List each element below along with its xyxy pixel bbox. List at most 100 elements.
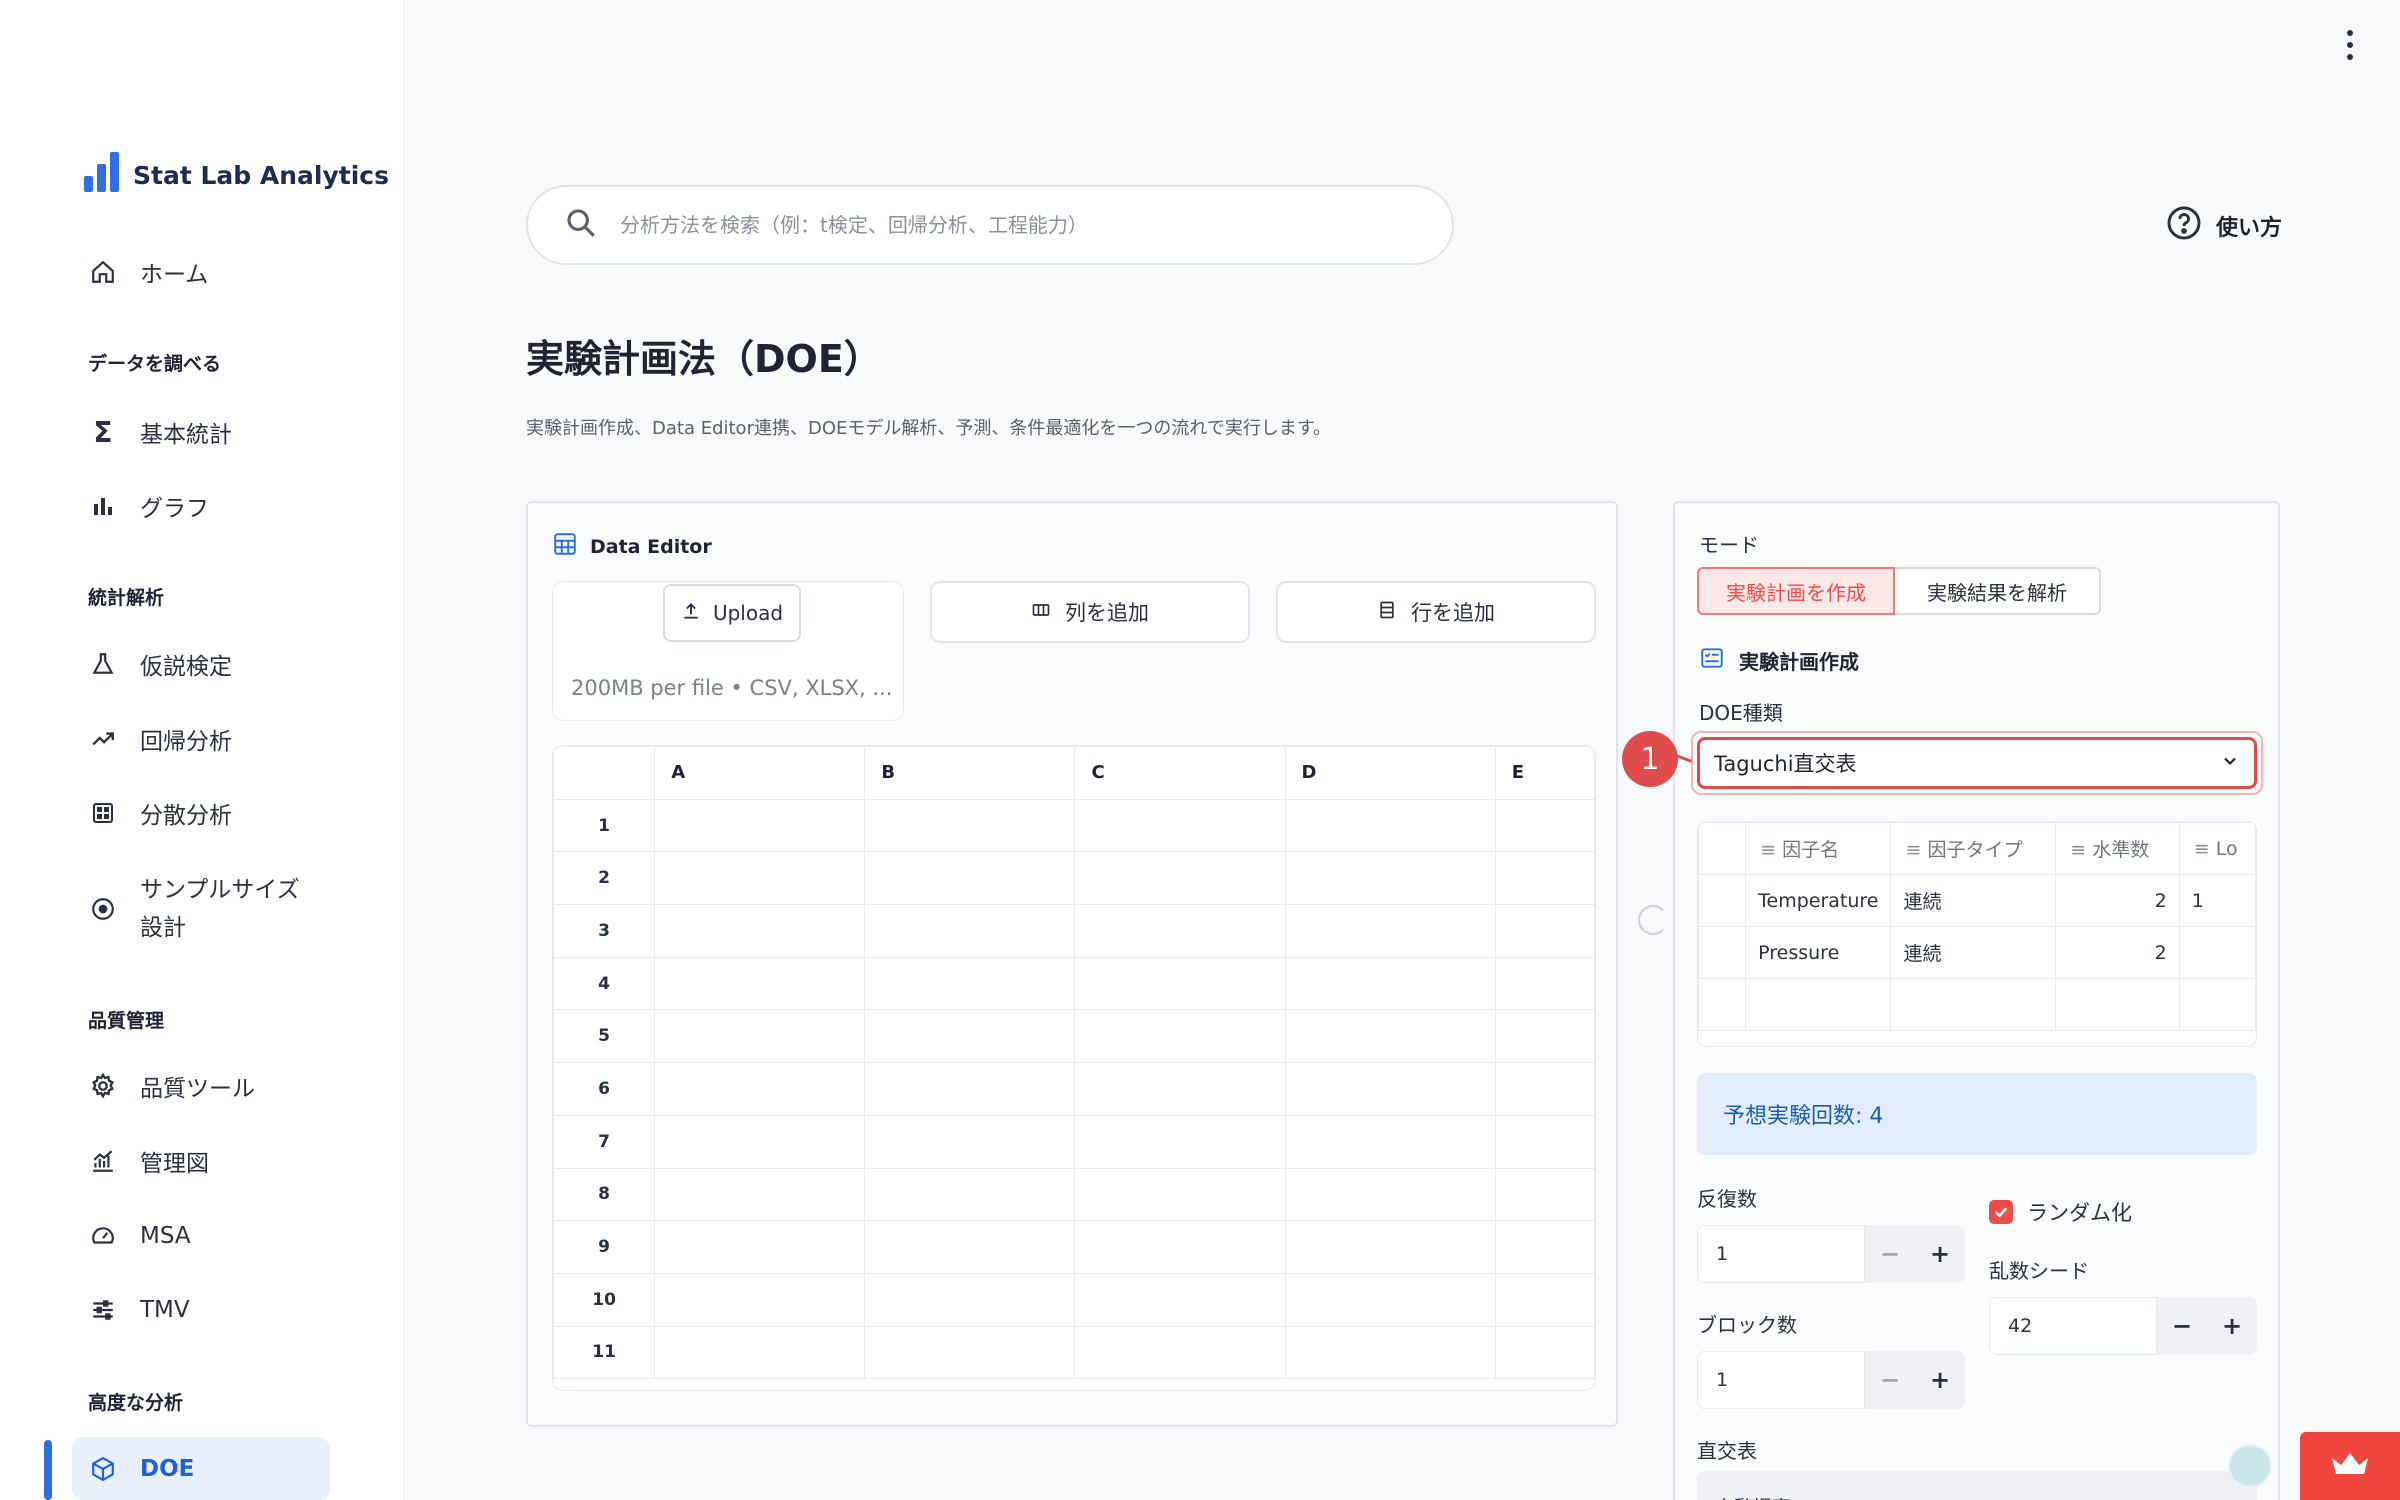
table-cell[interactable] <box>654 956 866 1011</box>
table-cell[interactable] <box>1284 1009 1496 1064</box>
search-input[interactable] <box>620 213 1420 237</box>
table-cell[interactable] <box>2178 978 2256 1031</box>
table-cell[interactable] <box>1494 1114 1595 1169</box>
table-cell[interactable] <box>654 1272 866 1327</box>
factor-low-cell[interactable] <box>2178 926 2256 979</box>
table-cell[interactable] <box>864 798 1076 853</box>
mode-create-button[interactable]: 実験計画を作成 <box>1697 567 1895 615</box>
table-cell[interactable] <box>654 851 866 906</box>
table-cell[interactable] <box>1494 1167 1595 1222</box>
sidebar-item-home[interactable]: ホーム <box>72 240 330 304</box>
factor-name-cell[interactable]: Pressure <box>1745 926 1892 979</box>
column-header[interactable]: A <box>654 746 866 800</box>
sidebar-item-graph[interactable]: グラフ <box>72 474 330 538</box>
blocks-input[interactable]: 1 <box>1697 1351 1865 1409</box>
table-cell[interactable] <box>1074 1062 1286 1116</box>
column-header[interactable]: D <box>1284 746 1496 800</box>
table-cell[interactable] <box>864 1272 1076 1327</box>
table-cell[interactable] <box>2055 978 2180 1031</box>
column-header[interactable]: ≡ Lo <box>2178 822 2256 875</box>
add-column-button[interactable]: 列を追加 <box>930 581 1250 643</box>
increment-button[interactable]: + <box>1915 1240 1965 1268</box>
randomize-checkbox[interactable]: ランダム化 <box>1989 1197 2132 1227</box>
table-cell[interactable] <box>864 1062 1076 1116</box>
table-cell[interactable] <box>1494 851 1595 906</box>
table-cell[interactable] <box>864 1325 1076 1380</box>
seed-stepper[interactable]: 42 − + <box>1989 1297 2257 1355</box>
column-header[interactable]: ≡ 因子タイプ <box>1890 822 2057 875</box>
table-cell[interactable] <box>654 798 866 853</box>
table-cell[interactable] <box>1494 1009 1595 1064</box>
table-cell[interactable] <box>1074 851 1286 906</box>
sidebar-item-doe[interactable]: DOE <box>72 1437 330 1500</box>
factor-low-cell[interactable]: 1 <box>2178 874 2256 927</box>
table-cell[interactable] <box>1074 956 1286 1011</box>
more-menu-icon[interactable] <box>2344 30 2356 60</box>
table-cell[interactable] <box>1074 1325 1286 1380</box>
column-header[interactable]: ≡ 水準数 <box>2055 822 2180 875</box>
table-cell[interactable] <box>654 1325 866 1380</box>
increment-button[interactable]: + <box>2207 1312 2257 1340</box>
crown-badge[interactable] <box>2300 1432 2400 1500</box>
replicates-input[interactable]: 1 <box>1697 1225 1865 1283</box>
factor-type-cell[interactable]: 連続 <box>1890 926 2057 979</box>
upload-button[interactable]: Upload <box>663 584 801 642</box>
table-cell[interactable] <box>654 1114 866 1169</box>
table-cell[interactable] <box>1074 798 1286 853</box>
table-cell[interactable] <box>654 1009 866 1064</box>
table-cell[interactable] <box>864 1167 1076 1222</box>
table-cell[interactable] <box>1745 978 1892 1031</box>
table-cell[interactable] <box>864 851 1076 906</box>
factor-name-cell[interactable]: Temperature <box>1745 874 1892 927</box>
doe-type-select[interactable]: Taguchi直交表 <box>1697 737 2257 789</box>
factor-levels-cell[interactable]: 2 <box>2055 874 2180 927</box>
mode-analyze-button[interactable]: 実験結果を解析 <box>1895 567 2101 615</box>
table-cell[interactable] <box>1284 1220 1496 1274</box>
table-cell[interactable] <box>864 956 1076 1011</box>
table-cell[interactable] <box>1074 1009 1286 1064</box>
table-cell[interactable] <box>1494 1325 1595 1380</box>
table-cell[interactable] <box>1494 904 1595 958</box>
table-cell[interactable] <box>1284 1062 1496 1116</box>
seed-input[interactable]: 42 <box>1989 1297 2157 1355</box>
column-header[interactable]: ≡ 因子名 <box>1745 822 1892 875</box>
table-cell[interactable] <box>1284 1272 1496 1327</box>
sidebar-item-control-chart[interactable]: 管理図 <box>72 1129 330 1193</box>
table-cell[interactable] <box>1074 1114 1286 1169</box>
column-header[interactable]: E <box>1494 746 1595 800</box>
file-uploader[interactable]: Upload 200MB per file • CSV, XLSX, ... <box>552 581 904 721</box>
decrement-button[interactable]: − <box>1865 1366 1915 1394</box>
app-logo[interactable]: Stat Lab Analytics <box>84 152 389 192</box>
table-cell[interactable] <box>864 1220 1076 1274</box>
data-grid[interactable]: A B C D E 1 2 3 4 5 6 7 8 9 10 11 <box>552 745 1596 1391</box>
table-cell[interactable] <box>654 1220 866 1274</box>
column-header[interactable]: B <box>864 746 1076 800</box>
sidebar-item-msa[interactable]: MSA <box>72 1204 330 1268</box>
blocks-stepper[interactable]: 1 − + <box>1697 1351 1965 1409</box>
column-header[interactable]: C <box>1074 746 1286 800</box>
orthogonal-select[interactable]: 自動提案 <box>1697 1471 2257 1500</box>
table-cell[interactable] <box>654 1167 866 1222</box>
table-cell[interactable] <box>1494 956 1595 1011</box>
table-cell[interactable] <box>1494 798 1595 853</box>
sidebar-item-sample-size[interactable]: サンプルサイズ設計 <box>72 864 330 954</box>
table-cell[interactable] <box>1284 1114 1496 1169</box>
table-cell[interactable] <box>654 904 866 958</box>
increment-button[interactable]: + <box>1915 1366 1965 1394</box>
decrement-button[interactable]: − <box>2157 1312 2207 1340</box>
table-cell[interactable] <box>864 1114 1076 1169</box>
factor-levels-cell[interactable]: 2 <box>2055 926 2180 979</box>
table-cell[interactable] <box>1284 851 1496 906</box>
sidebar-item-hypothesis-test[interactable]: 仮説検定 <box>72 632 330 696</box>
help-button[interactable]: 使い方 <box>2166 205 2282 247</box>
assistant-avatar[interactable] <box>2228 1444 2272 1488</box>
table-cell[interactable] <box>654 1062 866 1116</box>
table-cell[interactable] <box>864 904 1076 958</box>
table-cell[interactable] <box>1494 1062 1595 1116</box>
table-cell[interactable] <box>1284 956 1496 1011</box>
replicates-stepper[interactable]: 1 − + <box>1697 1225 1965 1283</box>
sidebar-item-regression[interactable]: 回帰分析 <box>72 707 330 771</box>
table-cell[interactable] <box>1074 904 1286 958</box>
sidebar-item-quality-tools[interactable]: 品質ツール <box>72 1054 330 1118</box>
factor-table[interactable]: ≡ 因子名 ≡ 因子タイプ ≡ 水準数 ≡ Lo Temperature 連続 … <box>1697 821 2257 1047</box>
